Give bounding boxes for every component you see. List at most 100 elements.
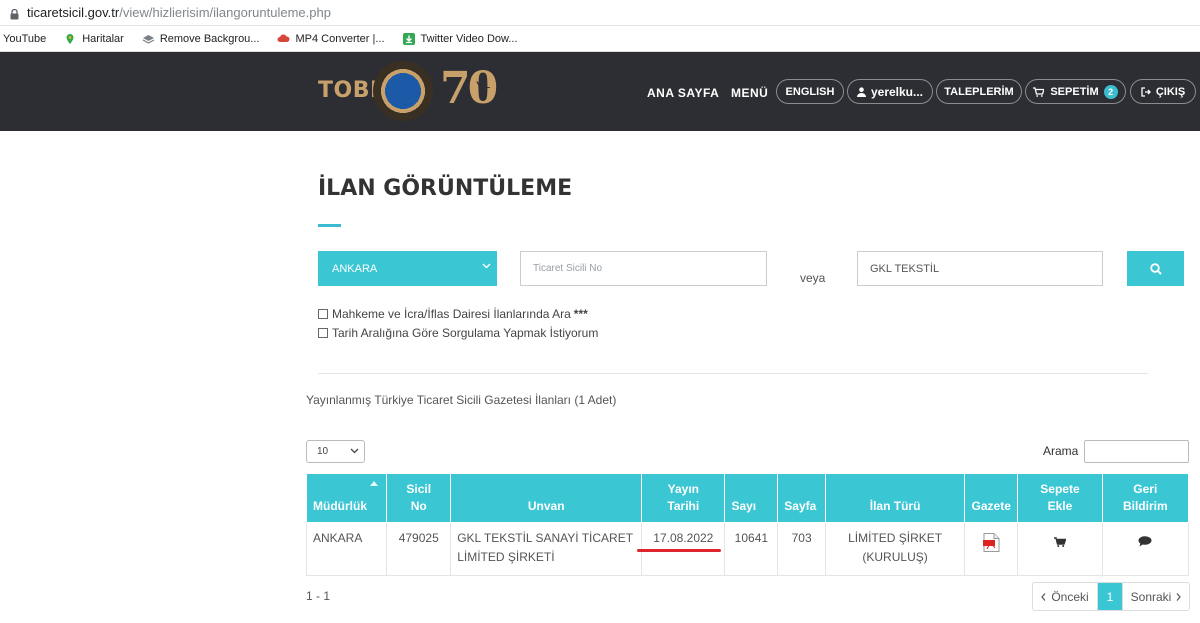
city-select[interactable]: ANKARA	[318, 251, 497, 286]
cart-count-badge: 2	[1103, 84, 1118, 99]
registry-number-input[interactable]: Ticaret Sicili No	[520, 251, 767, 286]
cell-gazette	[964, 522, 1019, 576]
layers-icon	[142, 33, 155, 45]
bookmark-label: Remove Backgrou...	[159, 32, 260, 45]
pagination: Önceki 1 Sonraki	[1032, 582, 1190, 611]
col-header-registry-no[interactable]: Sicil No	[386, 473, 452, 523]
bookmark-mp4-converter[interactable]: MP4 Converter |...	[277, 32, 385, 45]
pagination-page-1[interactable]: 1	[1097, 583, 1123, 610]
cell-feedback	[1101, 522, 1190, 576]
chevron-right-icon	[1176, 592, 1182, 601]
col-header-label: İlan Türü	[869, 499, 921, 513]
map-pin-icon	[64, 33, 76, 45]
bookmark-twitter-video[interactable]: Twitter Video Dow...	[402, 32, 518, 45]
bookmark-maps[interactable]: Haritalar	[64, 33, 124, 45]
table-header-row: Müdürlük Sicil No Unvan Yayın Tarihi Sayı …	[305, 473, 1190, 523]
col-header-label: Sayfa	[784, 499, 817, 513]
pagination-range: 1 - 1	[306, 589, 331, 603]
english-label: ENGLISH	[785, 85, 835, 98]
company-name-input[interactable]: GKL TEKSTİL	[857, 251, 1103, 286]
anniversary-suffix: YIL	[476, 80, 491, 90]
cell-registry-no: 479025	[386, 522, 452, 576]
bookmark-remove-background[interactable]: Remove Backgrou...	[142, 32, 260, 45]
sort-asc-icon[interactable]	[370, 479, 378, 488]
logout-button[interactable]: ÇIKIŞ	[1130, 79, 1196, 104]
cloud-icon	[277, 33, 290, 45]
search-icon	[1149, 262, 1162, 275]
or-label: veya	[800, 271, 826, 285]
chevron-left-icon	[1041, 592, 1046, 601]
cell-issue: 10641	[724, 522, 779, 576]
pagination-next-button[interactable]: Sonraki	[1123, 583, 1189, 610]
download-icon	[402, 32, 415, 45]
page-title: İLAN GÖRÜNTÜLEME	[318, 176, 573, 201]
nav-home-link[interactable]: ANA SAYFA	[647, 86, 719, 100]
user-icon	[856, 86, 866, 97]
col-header-label: Bildirim	[1122, 499, 1168, 513]
user-button[interactable]: yerelku...	[847, 79, 933, 104]
col-header-date[interactable]: Yayın Tarihi	[641, 473, 726, 523]
cell-add-to-cart	[1017, 522, 1103, 576]
col-header-page[interactable]: Sayfa	[777, 473, 826, 523]
title-accent-bar	[318, 224, 341, 227]
date-range-label: Tarih Aralığına Göre Sorgulama Yapmak İs…	[332, 326, 599, 340]
table-row: ANKARA 479025 GKL TEKSTİL SANAYİ TİCARET…	[305, 522, 1190, 576]
search-button[interactable]	[1127, 251, 1184, 286]
col-header-feedback[interactable]: Geri Bildirim	[1101, 473, 1190, 523]
comment-icon[interactable]	[1138, 534, 1152, 553]
bookmark-label: YouTube	[3, 32, 47, 45]
col-header-label: Yayın	[667, 482, 699, 496]
cart-button[interactable]: SEPETİM 2	[1025, 79, 1126, 104]
page-size-select[interactable]: 10	[306, 440, 365, 463]
bookmark-label: Twitter Video Dow...	[420, 32, 518, 45]
court-search-checkbox-row[interactable]: Mahkeme ve İcra/İflas Dairesi İlanlarınd…	[318, 307, 588, 321]
col-header-gazette[interactable]: Gazete	[964, 473, 1019, 523]
col-header-issue[interactable]: Sayı	[724, 473, 779, 523]
pagination-prev-button[interactable]: Önceki	[1033, 583, 1097, 610]
col-header-title[interactable]: Unvan	[450, 473, 643, 523]
table-search-label: Arama	[1043, 444, 1079, 458]
url-host: ticaretsicil.gov.tr	[27, 5, 120, 20]
site-header: TOBB 70 YIL ANA SAYFA MENÜ ENGLISH yerel…	[0, 52, 1200, 131]
url-path: /view/hizlierisim/ilangoruntuleme.php	[119, 5, 331, 20]
bookmarks-bar: YouTube Haritalar Remove Backgrou... MP4…	[0, 26, 1200, 52]
bookmark-label: MP4 Converter |...	[295, 32, 385, 45]
bookmark-label: Haritalar	[82, 32, 124, 45]
bookmark-youtube[interactable]: YouTube	[3, 33, 46, 45]
col-header-label: Sicil	[406, 482, 432, 496]
english-button[interactable]: ENGLISH	[776, 79, 844, 104]
col-header-label: Ekle	[1047, 499, 1073, 513]
pdf-icon[interactable]	[982, 533, 1000, 558]
lock-icon	[10, 8, 19, 19]
date-range-checkbox-row[interactable]: Tarih Aralığına Göre Sorgulama Yapmak İs…	[318, 326, 598, 340]
requests-button[interactable]: TALEPLERİM	[936, 79, 1022, 104]
nav-menu-link[interactable]: MENÜ	[731, 86, 768, 100]
results-table: Müdürlük Sicil No Unvan Yayın Tarihi Sayı …	[305, 473, 1190, 576]
col-header-label: Unvan	[527, 499, 565, 513]
chevron-down-icon	[350, 446, 359, 458]
cell-page: 703	[777, 522, 826, 576]
logout-label: ÇIKIŞ	[1155, 85, 1186, 98]
cell-title: GKL TEKSTİL SANAYİ TİCARET LİMİTED ŞİRKE…	[450, 522, 643, 576]
table-search-input[interactable]	[1084, 440, 1189, 463]
col-header-label: Sayı	[731, 499, 757, 513]
pagination-next-label: Sonraki	[1130, 589, 1172, 604]
address-bar[interactable]: ticaretsicil.gov.tr /view/hizlierisim/il…	[0, 0, 1200, 26]
col-header-label: No	[410, 499, 427, 513]
col-header-label: Tarihi	[667, 499, 700, 513]
pagination-prev-label: Önceki	[1051, 589, 1089, 604]
page-size-value: 10	[317, 446, 329, 457]
cart-icon[interactable]	[1053, 534, 1067, 553]
date-highlight-underline	[637, 549, 721, 552]
col-header-add-to-cart[interactable]: Sepete Ekle	[1017, 473, 1103, 523]
col-header-label: Müdürlük	[313, 499, 367, 513]
court-search-checkbox[interactable]	[318, 309, 328, 319]
court-search-marker: ***	[573, 307, 588, 321]
date-range-checkbox[interactable]	[318, 328, 328, 338]
section-divider	[318, 373, 1148, 374]
col-header-label: Gazete	[971, 499, 1011, 513]
city-select-value: ANKARA	[332, 262, 378, 275]
col-header-type[interactable]: İlan Türü	[824, 473, 966, 523]
tobb-seal-icon[interactable]	[373, 61, 433, 121]
col-header-label: Geri	[1133, 482, 1158, 496]
